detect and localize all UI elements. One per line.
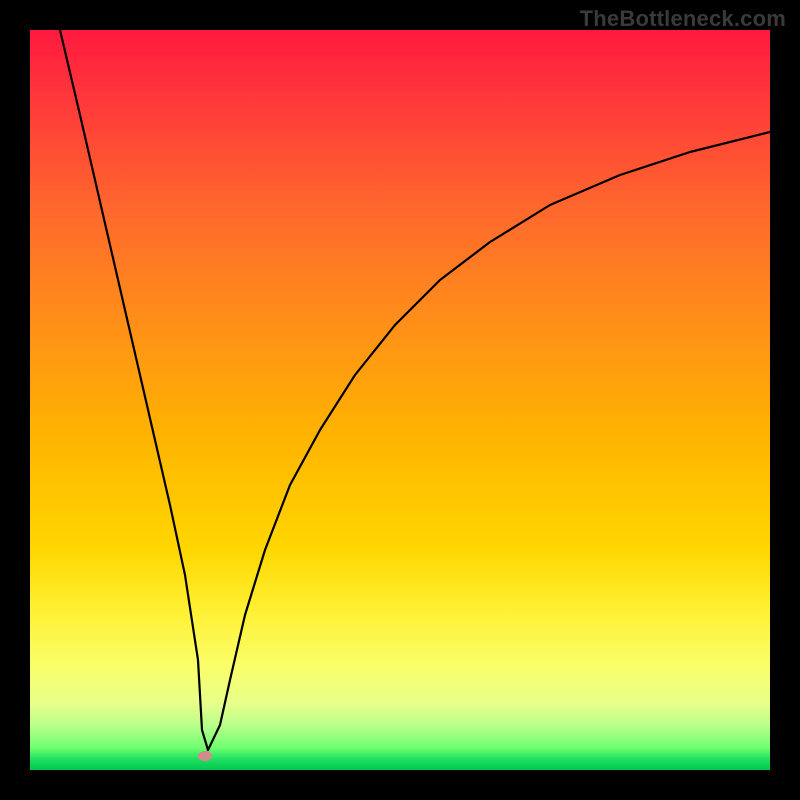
bottleneck-curve [30,30,770,770]
chart-frame: TheBottleneck.com [0,0,800,800]
min-point-marker [198,751,212,761]
plot-area [30,30,770,770]
watermark-text: TheBottleneck.com [580,6,786,32]
